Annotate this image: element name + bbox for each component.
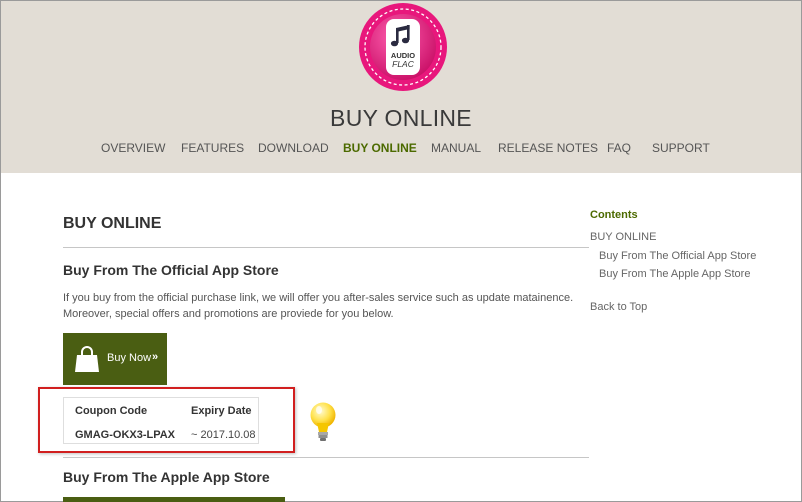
nav-faq[interactable]: FAQ [607, 141, 631, 155]
section-divider [63, 457, 589, 458]
back-to-top-link[interactable]: Back to Top [590, 301, 647, 313]
shopping-bag-icon [75, 346, 99, 372]
page-heading: BUY ONLINE [63, 215, 162, 232]
heading-divider [63, 247, 589, 248]
toc-title: Contents [590, 209, 638, 221]
main-nav: OVERVIEW FEATURES DOWNLOAD BUY ONLINE MA… [1, 141, 801, 157]
nav-release-notes[interactable]: RELEASE NOTES [498, 141, 598, 155]
toc-item-buy-online[interactable]: BUY ONLINE [590, 231, 656, 243]
light-bulb-icon [310, 402, 336, 441]
table-of-contents: Contents BUY ONLINE Buy From The Officia… [590, 173, 800, 333]
official-store-heading: Buy From The Official App Store [63, 262, 279, 278]
apple-store-buy-button[interactable] [63, 497, 285, 502]
nav-overview[interactable]: OVERVIEW [101, 141, 165, 155]
buy-now-button[interactable]: Buy Now » [63, 333, 167, 385]
site-header: AUDIO FLAC BUY ONLINE OVERVIEW FEATURES … [1, 1, 801, 173]
coupon-highlight-box [38, 387, 295, 453]
official-store-intro: If you buy from the official purchase li… [63, 292, 574, 320]
chevron-right-icon: » [152, 351, 159, 363]
nav-features[interactable]: FEATURES [181, 141, 244, 155]
buy-now-label: Buy Now [107, 352, 152, 364]
nav-support[interactable]: SUPPORT [652, 141, 710, 155]
toc-item-official-store[interactable]: Buy From The Official App Store [599, 250, 756, 262]
nav-download[interactable]: DOWNLOAD [258, 141, 329, 155]
audio-flac-logo[interactable]: AUDIO FLAC [358, 2, 448, 92]
toc-item-apple-store[interactable]: Buy From The Apple App Store [599, 268, 750, 280]
apple-store-heading: Buy From The Apple App Store [63, 469, 270, 485]
site-title: BUY ONLINE [330, 105, 472, 131]
nav-buy-online[interactable]: BUY ONLINE [343, 141, 417, 155]
svg-text:FLAC: FLAC [392, 59, 415, 69]
nav-manual[interactable]: MANUAL [431, 141, 481, 155]
